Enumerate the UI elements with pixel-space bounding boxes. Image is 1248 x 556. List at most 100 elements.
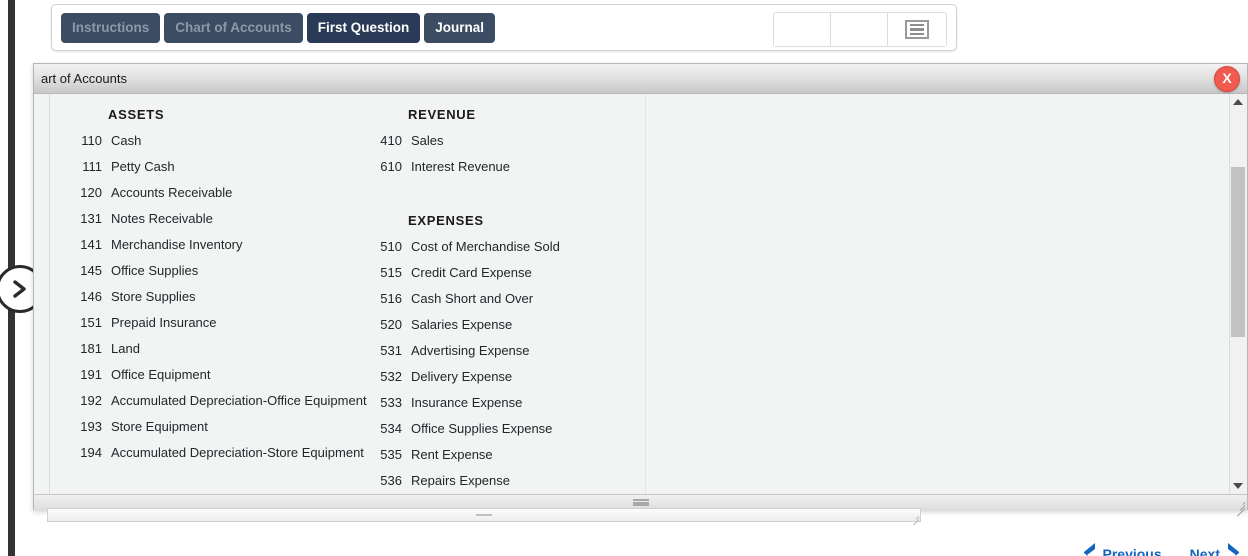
account-name: Store Equipment [111, 419, 208, 434]
account-row[interactable]: 194 Accumulated Depreciation-Store Equip… [68, 440, 398, 466]
account-row[interactable]: 520 Salaries Expense [368, 312, 638, 338]
account-number: 131 [80, 211, 102, 226]
expenses-list: 510 Cost of Merchandise Sold 515 Credit … [368, 234, 638, 494]
account-name: Interest Revenue [411, 159, 511, 174]
previous-button[interactable]: Previous [1083, 542, 1162, 556]
account-number: 191 [80, 367, 102, 382]
account-row[interactable]: 191 Office Equipment [68, 362, 398, 388]
account-row[interactable]: 151 Prepaid Insurance [68, 310, 398, 336]
account-name: Store Supplies [111, 289, 196, 304]
tab-chart-of-accounts[interactable]: Chart of Accounts [164, 13, 303, 43]
bottom-navigation: Previous Next [1083, 542, 1241, 556]
drag-grip-icon[interactable] [476, 514, 492, 516]
account-row[interactable]: 410 Sales [368, 128, 638, 154]
account-row[interactable]: 516 Cash Short and Over [368, 286, 638, 312]
account-row[interactable]: 610 Interest Revenue [368, 154, 638, 180]
tab-first-question[interactable]: First Question [306, 13, 421, 43]
account-name: Insurance Expense [411, 395, 523, 410]
account-name: Office Equipment [111, 367, 211, 382]
account-number: 510 [380, 239, 402, 254]
account-number: 515 [380, 265, 402, 280]
account-row[interactable]: 532 Delivery Expense [368, 364, 638, 390]
account-name: Notes Receivable [111, 211, 213, 226]
scrollbar-thumb[interactable] [1231, 167, 1245, 337]
caret-down-icon[interactable] [1230, 478, 1246, 494]
account-number: 151 [80, 315, 102, 330]
account-number: 192 [80, 393, 102, 408]
account-number: 532 [380, 369, 402, 384]
next-button[interactable]: Next [1190, 542, 1240, 556]
account-number: 533 [380, 395, 402, 410]
group-heading-assets: ASSETS [108, 107, 165, 122]
app-screen: Instructions Chart of Accounts First Que… [0, 0, 1248, 556]
account-name: Accounts Receivable [111, 185, 233, 200]
revenue-list: 410 Sales 610 Interest Revenue [368, 128, 638, 180]
account-name: Office Supplies Expense [411, 421, 553, 436]
assets-column: ASSETS 110 Cash 111 Petty Cash 120 Accou [68, 102, 398, 466]
tab-instructions[interactable]: Instructions [61, 13, 161, 43]
tab-journal[interactable]: Journal [424, 13, 496, 43]
account-number: 141 [80, 237, 102, 252]
drag-grip-icon[interactable] [632, 499, 649, 506]
caret-up-icon[interactable] [1230, 94, 1246, 110]
account-row[interactable]: 192 Accumulated Depreciation-Office Equi… [68, 388, 398, 414]
resize-handle-icon[interactable] [910, 512, 920, 526]
account-row[interactable]: 131 Notes Receivable [68, 206, 398, 232]
account-number: 120 [80, 185, 102, 200]
account-row[interactable]: 515 Credit Card Expense [368, 260, 638, 286]
list-icon [905, 20, 929, 39]
account-name: Accumulated Depreciation-Store Equipment [111, 445, 364, 460]
account-row[interactable]: 111 Petty Cash [68, 154, 398, 180]
account-row[interactable]: 181 Land [68, 336, 398, 362]
close-icon[interactable]: X [1214, 66, 1240, 92]
account-name: Cash [111, 133, 142, 148]
account-row[interactable]: 193 Store Equipment [68, 414, 398, 440]
next-label: Next [1189, 545, 1220, 556]
account-number: 610 [380, 159, 402, 174]
account-name: Credit Card Expense [411, 265, 532, 280]
toolbar-cell-2[interactable] [831, 13, 888, 46]
vertical-scrollbar[interactable] [1229, 94, 1246, 494]
chevron-left-icon [1083, 542, 1097, 556]
account-number: 535 [380, 447, 402, 462]
account-name: Accumulated Depreciation-Office Equipmen… [111, 393, 367, 408]
column-divider [645, 94, 646, 494]
account-name: Petty Cash [111, 159, 175, 174]
dialog-title: art of Accounts [41, 71, 127, 86]
account-row[interactable]: 510 Cost of Merchandise Sold [368, 234, 638, 260]
previous-label: Previous [1102, 545, 1162, 556]
left-rail [0, 0, 44, 556]
resize-handle-icon[interactable] [1233, 498, 1246, 517]
dialog-title-bar[interactable]: art of Accounts X [34, 64, 1247, 94]
account-name: Advertising Expense [411, 343, 530, 358]
account-row[interactable]: 141 Merchandise Inventory [68, 232, 398, 258]
account-row[interactable]: 535 Rent Expense [368, 442, 638, 468]
account-row[interactable]: 533 Insurance Expense [368, 390, 638, 416]
account-name: Prepaid Insurance [111, 315, 217, 330]
account-number: 194 [80, 445, 102, 460]
toolbar-button-group [773, 12, 947, 47]
account-number: 181 [80, 341, 102, 356]
chevron-right-icon [1226, 542, 1240, 556]
toolbar-cell-1[interactable] [774, 13, 831, 46]
account-row[interactable]: 146 Store Supplies [68, 284, 398, 310]
group-heading-expenses: EXPENSES [408, 213, 484, 228]
account-name: Office Supplies [111, 263, 199, 278]
secondary-resize-strip[interactable] [47, 508, 921, 526]
toolbar-list-button[interactable] [888, 13, 946, 46]
account-name: Cost of Merchandise Sold [411, 239, 560, 254]
tab-bar: Instructions Chart of Accounts First Que… [51, 4, 957, 51]
account-row[interactable]: 534 Office Supplies Expense [368, 416, 638, 442]
account-row[interactable]: 145 Office Supplies [68, 258, 398, 284]
account-number: 145 [80, 263, 102, 278]
tab-list: Instructions Chart of Accounts First Que… [61, 13, 496, 43]
account-row[interactable]: 531 Advertising Expense [368, 338, 638, 364]
account-row[interactable]: 110 Cash [68, 128, 398, 154]
account-row[interactable]: 536 Repairs Expense [368, 468, 638, 494]
assets-list: 110 Cash 111 Petty Cash 120 Accounts Rec… [68, 128, 398, 466]
account-number: 534 [380, 421, 402, 436]
account-name: Sales [411, 133, 444, 148]
account-row[interactable]: 120 Accounts Receivable [68, 180, 398, 206]
account-name: Delivery Expense [411, 369, 513, 384]
account-number: 531 [380, 343, 402, 358]
